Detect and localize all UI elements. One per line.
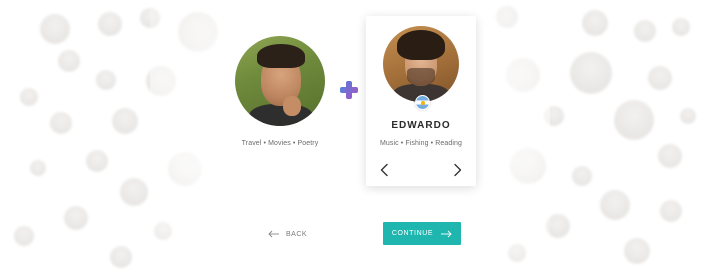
match-avatar	[383, 26, 459, 102]
background-face	[40, 14, 70, 44]
background-face	[14, 226, 34, 246]
background-face	[660, 200, 682, 222]
match-interests: Music • Fishing • Reading	[379, 140, 463, 147]
background-face	[582, 10, 608, 36]
background-face	[50, 112, 72, 134]
background-face	[120, 178, 148, 206]
previous-match-button[interactable]	[378, 163, 392, 177]
avatar-hair	[397, 30, 445, 60]
chevron-left-icon	[380, 163, 388, 177]
background-face	[98, 12, 122, 36]
background-face	[20, 88, 38, 106]
continue-label: CONTINUE	[391, 230, 434, 237]
match-name: EDWARDO	[391, 120, 451, 131]
background-face	[58, 50, 80, 72]
background-face	[96, 70, 116, 90]
back-button[interactable]: BACK	[268, 226, 318, 242]
background-face	[614, 100, 654, 140]
center-fade	[150, 0, 550, 273]
background-face	[648, 66, 672, 90]
background-face	[658, 144, 682, 168]
background-face	[110, 246, 132, 268]
background-face	[570, 52, 612, 94]
avatar-shirt	[249, 104, 313, 126]
background-face	[600, 190, 630, 220]
arrow-right-icon	[441, 230, 452, 237]
avatar-hand	[283, 96, 301, 116]
background-face	[572, 166, 592, 186]
background-face	[672, 18, 690, 36]
background-face	[86, 150, 108, 172]
chevron-right-icon	[454, 163, 462, 177]
next-match-button[interactable]	[450, 163, 464, 177]
current-user-interests: Travel • Movies • Poetry	[241, 140, 319, 147]
current-user-avatar	[235, 36, 325, 126]
background-face	[64, 206, 88, 230]
current-user-profile: Travel • Movies • Poetry	[233, 36, 327, 147]
plus-icon	[340, 81, 358, 99]
background-face	[112, 108, 138, 134]
background-face	[634, 20, 656, 42]
background-face	[624, 238, 650, 264]
avatar-hair	[257, 44, 305, 68]
match-card: EDWARDO Music • Fishing • Reading	[366, 16, 476, 186]
back-label: BACK	[286, 230, 308, 238]
background-face	[680, 108, 696, 124]
background-face	[30, 160, 46, 176]
avatar-beard	[407, 68, 435, 86]
argentina-flag-icon	[415, 95, 430, 110]
continue-button[interactable]: CONTINUE	[383, 222, 461, 245]
arrow-left-icon	[268, 230, 279, 238]
background-faces	[0, 0, 701, 273]
